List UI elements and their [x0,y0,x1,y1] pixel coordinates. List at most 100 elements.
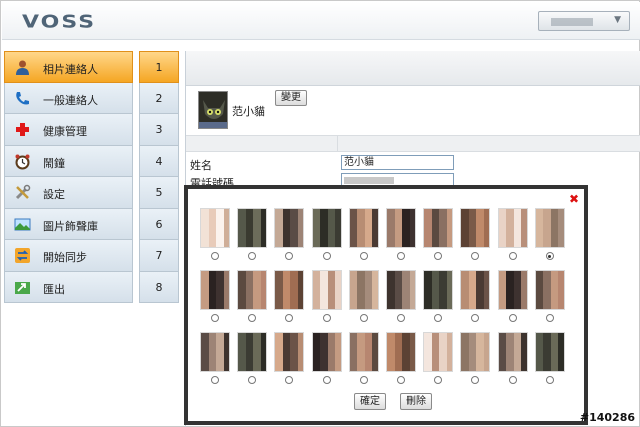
photo-radio[interactable] [545,314,554,322]
photo-thumbnail[interactable] [534,208,565,248]
user-menu-button[interactable]: ▼ [538,11,630,31]
photo-thumbnail[interactable] [274,270,305,310]
photo-radio[interactable] [248,376,257,384]
photo-thumbnail[interactable] [386,208,416,248]
photo-thumbnail[interactable] [497,270,528,310]
contact-name-label: 范小貓 [232,105,265,118]
photo-thumbnail[interactable] [200,270,230,310]
photo-radio[interactable] [434,376,443,384]
sidebar-item-settings[interactable]: 設定 [4,177,133,209]
photo-thumbnail[interactable] [348,208,379,248]
photo-radio[interactable] [471,252,480,260]
photo-radio[interactable] [359,314,368,322]
name-field[interactable]: 范小貓 [341,155,454,170]
sidebar-item-photo-contacts[interactable]: 相片連絡人 [4,51,133,83]
photo-thumbnail[interactable] [274,332,305,372]
photo-radio[interactable] [508,252,517,260]
index-3[interactable]: 3 [139,114,179,146]
photo-thumbnail[interactable] [200,332,230,372]
photo-thumbnail[interactable] [534,332,565,372]
photo-radio[interactable] [471,314,480,322]
photo-thumbnail[interactable] [237,332,268,372]
red-cross-icon [14,121,31,138]
photo-radio[interactable] [285,314,294,322]
photo-thumbnail[interactable] [311,208,342,248]
photo-radio[interactable] [322,376,331,384]
photo-radio[interactable] [434,252,443,260]
photo-thumbnail[interactable] [460,332,491,372]
number-column: 1 2 3 4 5 6 7 8 [139,51,179,303]
photo-radio[interactable] [211,252,219,260]
sidebar-item-label: 圖片飾聲庫 [43,219,98,233]
photo-radio[interactable] [248,252,257,260]
photo-radio[interactable] [248,314,257,322]
photo-thumbnail[interactable] [534,270,565,310]
photo-radio[interactable] [359,252,368,260]
photo-thumbnail[interactable] [200,208,230,248]
sidebar-item-alarm[interactable]: 鬧鐘 [4,145,133,177]
image-icon [14,216,31,233]
photo-radio[interactable] [471,376,480,384]
photo-radio[interactable] [545,252,554,260]
name-row: 姓名 范小貓 [186,154,640,172]
photo-radio[interactable] [545,376,554,384]
photo-thumbnail[interactable] [423,208,454,248]
voss-logo: VOSS [22,12,97,33]
photo-thumbnail[interactable] [423,332,454,372]
index-6[interactable]: 6 [139,208,179,240]
photo-thumbnail[interactable] [274,208,305,248]
sidebar-item-health[interactable]: 健康管理 [4,114,133,146]
phone-value-blurred [344,177,394,184]
index-2[interactable]: 2 [139,82,179,114]
photo-thumbnail[interactable] [386,270,416,310]
photo-thumbnail[interactable] [423,270,454,310]
photo-thumbnail[interactable] [497,208,528,248]
watermark: #140286 [579,411,635,424]
sidebar-item-media-library[interactable]: 圖片飾聲庫 [4,208,133,240]
photo-radio[interactable] [508,376,517,384]
export-icon [14,279,31,296]
top-bar: VOSS ▼ [2,2,640,40]
index-4[interactable]: 4 [139,145,179,177]
index-8[interactable]: 8 [139,271,179,303]
sidebar-item-label: 健康管理 [43,125,87,138]
photo-thumbnail[interactable] [460,270,491,310]
photo-radio[interactable] [397,314,405,322]
sidebar: 相片連絡人 一般連絡人 健康管理 鬧鐘 設定 圖片飾聲庫 開始同步 匯出 [4,51,133,303]
index-7[interactable]: 7 [139,240,179,272]
sidebar-item-label: 相片連絡人 [43,63,98,76]
photo-thumbnail[interactable] [348,270,379,310]
photo-thumbnail[interactable] [311,332,342,372]
photo-thumbnail[interactable] [348,332,379,372]
photo-radio[interactable] [285,252,294,260]
photo-radio[interactable] [359,376,368,384]
photo-radio[interactable] [211,314,219,322]
photo-thumbnail[interactable] [460,208,491,248]
sync-icon [14,247,31,264]
change-photo-button[interactable]: 變更 [275,90,307,106]
confirm-button[interactable]: 確定 [354,393,386,410]
photo-thumbnail[interactable] [497,332,528,372]
index-1[interactable]: 1 [139,51,179,83]
close-icon[interactable]: ✖ [569,193,579,205]
photo-thumbnail[interactable] [311,270,342,310]
photo-radio[interactable] [508,314,517,322]
phone-icon [14,90,31,107]
photo-thumbnail[interactable] [386,332,416,372]
delete-button[interactable]: 刪除 [400,393,432,410]
sidebar-item-export[interactable]: 匯出 [4,271,133,303]
photo-radio[interactable] [434,314,443,322]
photo-radio[interactable] [397,252,405,260]
photo-radio[interactable] [211,376,219,384]
photo-radio[interactable] [285,376,294,384]
app-window: VOSS ▼ 相片連絡人 一般連絡人 健康管理 鬧鐘 設定 圖片飾聲庫 開始同步… [0,0,640,427]
photo-radio[interactable] [322,314,331,322]
alarm-clock-icon [14,153,31,170]
index-5[interactable]: 5 [139,177,179,209]
photo-radio[interactable] [322,252,331,260]
sidebar-item-contacts[interactable]: 一般連絡人 [4,82,133,114]
photo-radio[interactable] [397,376,405,384]
photo-thumbnail[interactable] [237,270,268,310]
sidebar-item-sync[interactable]: 開始同步 [4,240,133,272]
photo-thumbnail[interactable] [237,208,268,248]
